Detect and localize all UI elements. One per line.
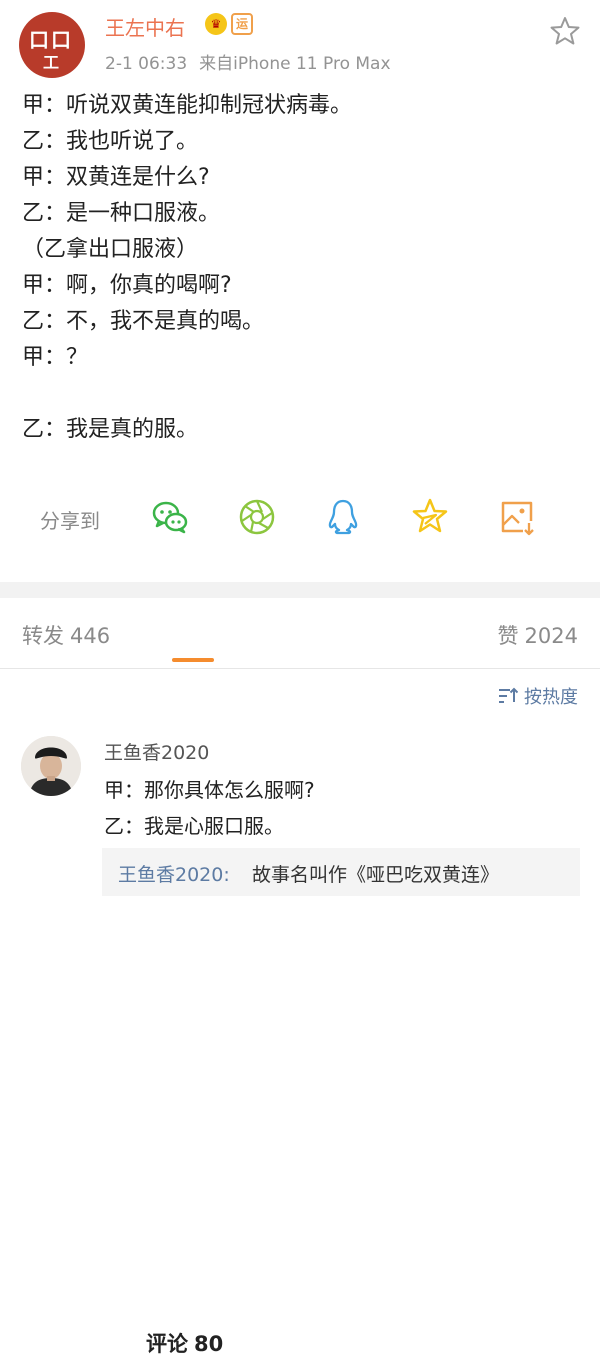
post-line: 乙：我也听说了。: [22, 129, 199, 154]
reply-author[interactable]: 王鱼香2020:: [118, 860, 230, 887]
author-avatar[interactable]: 口口 工: [19, 12, 85, 78]
comment-line: 乙：我是心服口服。: [104, 814, 284, 838]
author-badges: ♛ 运: [205, 13, 253, 35]
post-meta: 2-1 06:33 来自iPhone 11 Pro Max: [105, 49, 391, 74]
interaction-tabs: 转发 446 评论 80 赞 2024: [0, 598, 600, 1356]
tab-like[interactable]: 赞 2024: [498, 620, 578, 650]
tab-repost[interactable]: 转发 446: [22, 620, 110, 650]
reply-preview[interactable]: 王鱼香2020: 故事名叫作《哑巴吃双黄连》: [102, 848, 580, 896]
sort-icon: [499, 687, 518, 703]
sort-label: 按热度: [524, 687, 578, 708]
share-label: 分享到: [40, 509, 100, 533]
reply-text: 故事名叫作《哑巴吃双黄连》: [252, 864, 500, 886]
moments-icon[interactable]: [237, 497, 277, 537]
commenter-avatar[interactable]: [21, 736, 81, 796]
post-line: 乙：是一种口服液。: [22, 201, 221, 226]
avatar-glyph-bottom: 工: [43, 53, 60, 72]
qzone-icon[interactable]: [410, 497, 450, 537]
post-line: 乙：不，我不是真的喝。: [22, 309, 265, 334]
post-line: 甲：听说双黄连能抑制冠状病毒。: [22, 93, 353, 118]
tab-like-count: 2024: [524, 624, 578, 648]
active-tab-indicator: [172, 658, 214, 662]
sort-toggle[interactable]: 按热度: [498, 683, 578, 709]
section-divider: [0, 582, 600, 598]
post-line: 乙：我是真的服。: [22, 417, 199, 442]
tab-like-label: 赞: [497, 624, 519, 648]
post-line-blank: [22, 376, 582, 412]
post-line: 甲：双黄连是什么?: [22, 165, 210, 190]
favorite-star-icon[interactable]: [550, 16, 580, 46]
crown-badge-icon[interactable]: ♛: [205, 13, 227, 35]
yun-badge-icon[interactable]: 运: [231, 13, 253, 35]
tab-comment[interactable]: 评论 80: [146, 1328, 600, 1358]
qq-icon[interactable]: [323, 497, 363, 537]
tab-comment-count: 80: [194, 1332, 224, 1356]
tab-repost-count: 446: [70, 624, 111, 648]
post-body: 甲：听说双黄连能抑制冠状病毒。 乙：我也听说了。 甲：双黄连是什么? 乙：是一种…: [22, 88, 582, 448]
save-image-icon[interactable]: [497, 497, 537, 537]
post-source: 来自iPhone 11 Pro Max: [199, 54, 391, 74]
post-line: （乙拿出口服液）: [22, 237, 199, 262]
commenter-portrait-icon: [21, 736, 81, 796]
post-line: 甲：？: [22, 345, 89, 370]
comment-line: 甲：那你具体怎么服啊?: [104, 778, 315, 802]
post-header: 口口 工 王左中右 ♛ 运 2-1 06:33 来自iPhone 11 Pro M…: [0, 0, 600, 80]
share-bar: 分享到: [0, 495, 600, 543]
commenter-name[interactable]: 王鱼香2020: [104, 738, 209, 765]
author-name[interactable]: 王左中右: [105, 12, 185, 41]
post-time: 2-1 06:33: [105, 54, 188, 74]
post-line: 甲：啊，你真的喝啊?: [22, 273, 232, 298]
tab-comment-label: 评论: [146, 1332, 188, 1356]
tab-repost-label: 转发: [22, 624, 64, 648]
wechat-icon[interactable]: [150, 497, 190, 537]
